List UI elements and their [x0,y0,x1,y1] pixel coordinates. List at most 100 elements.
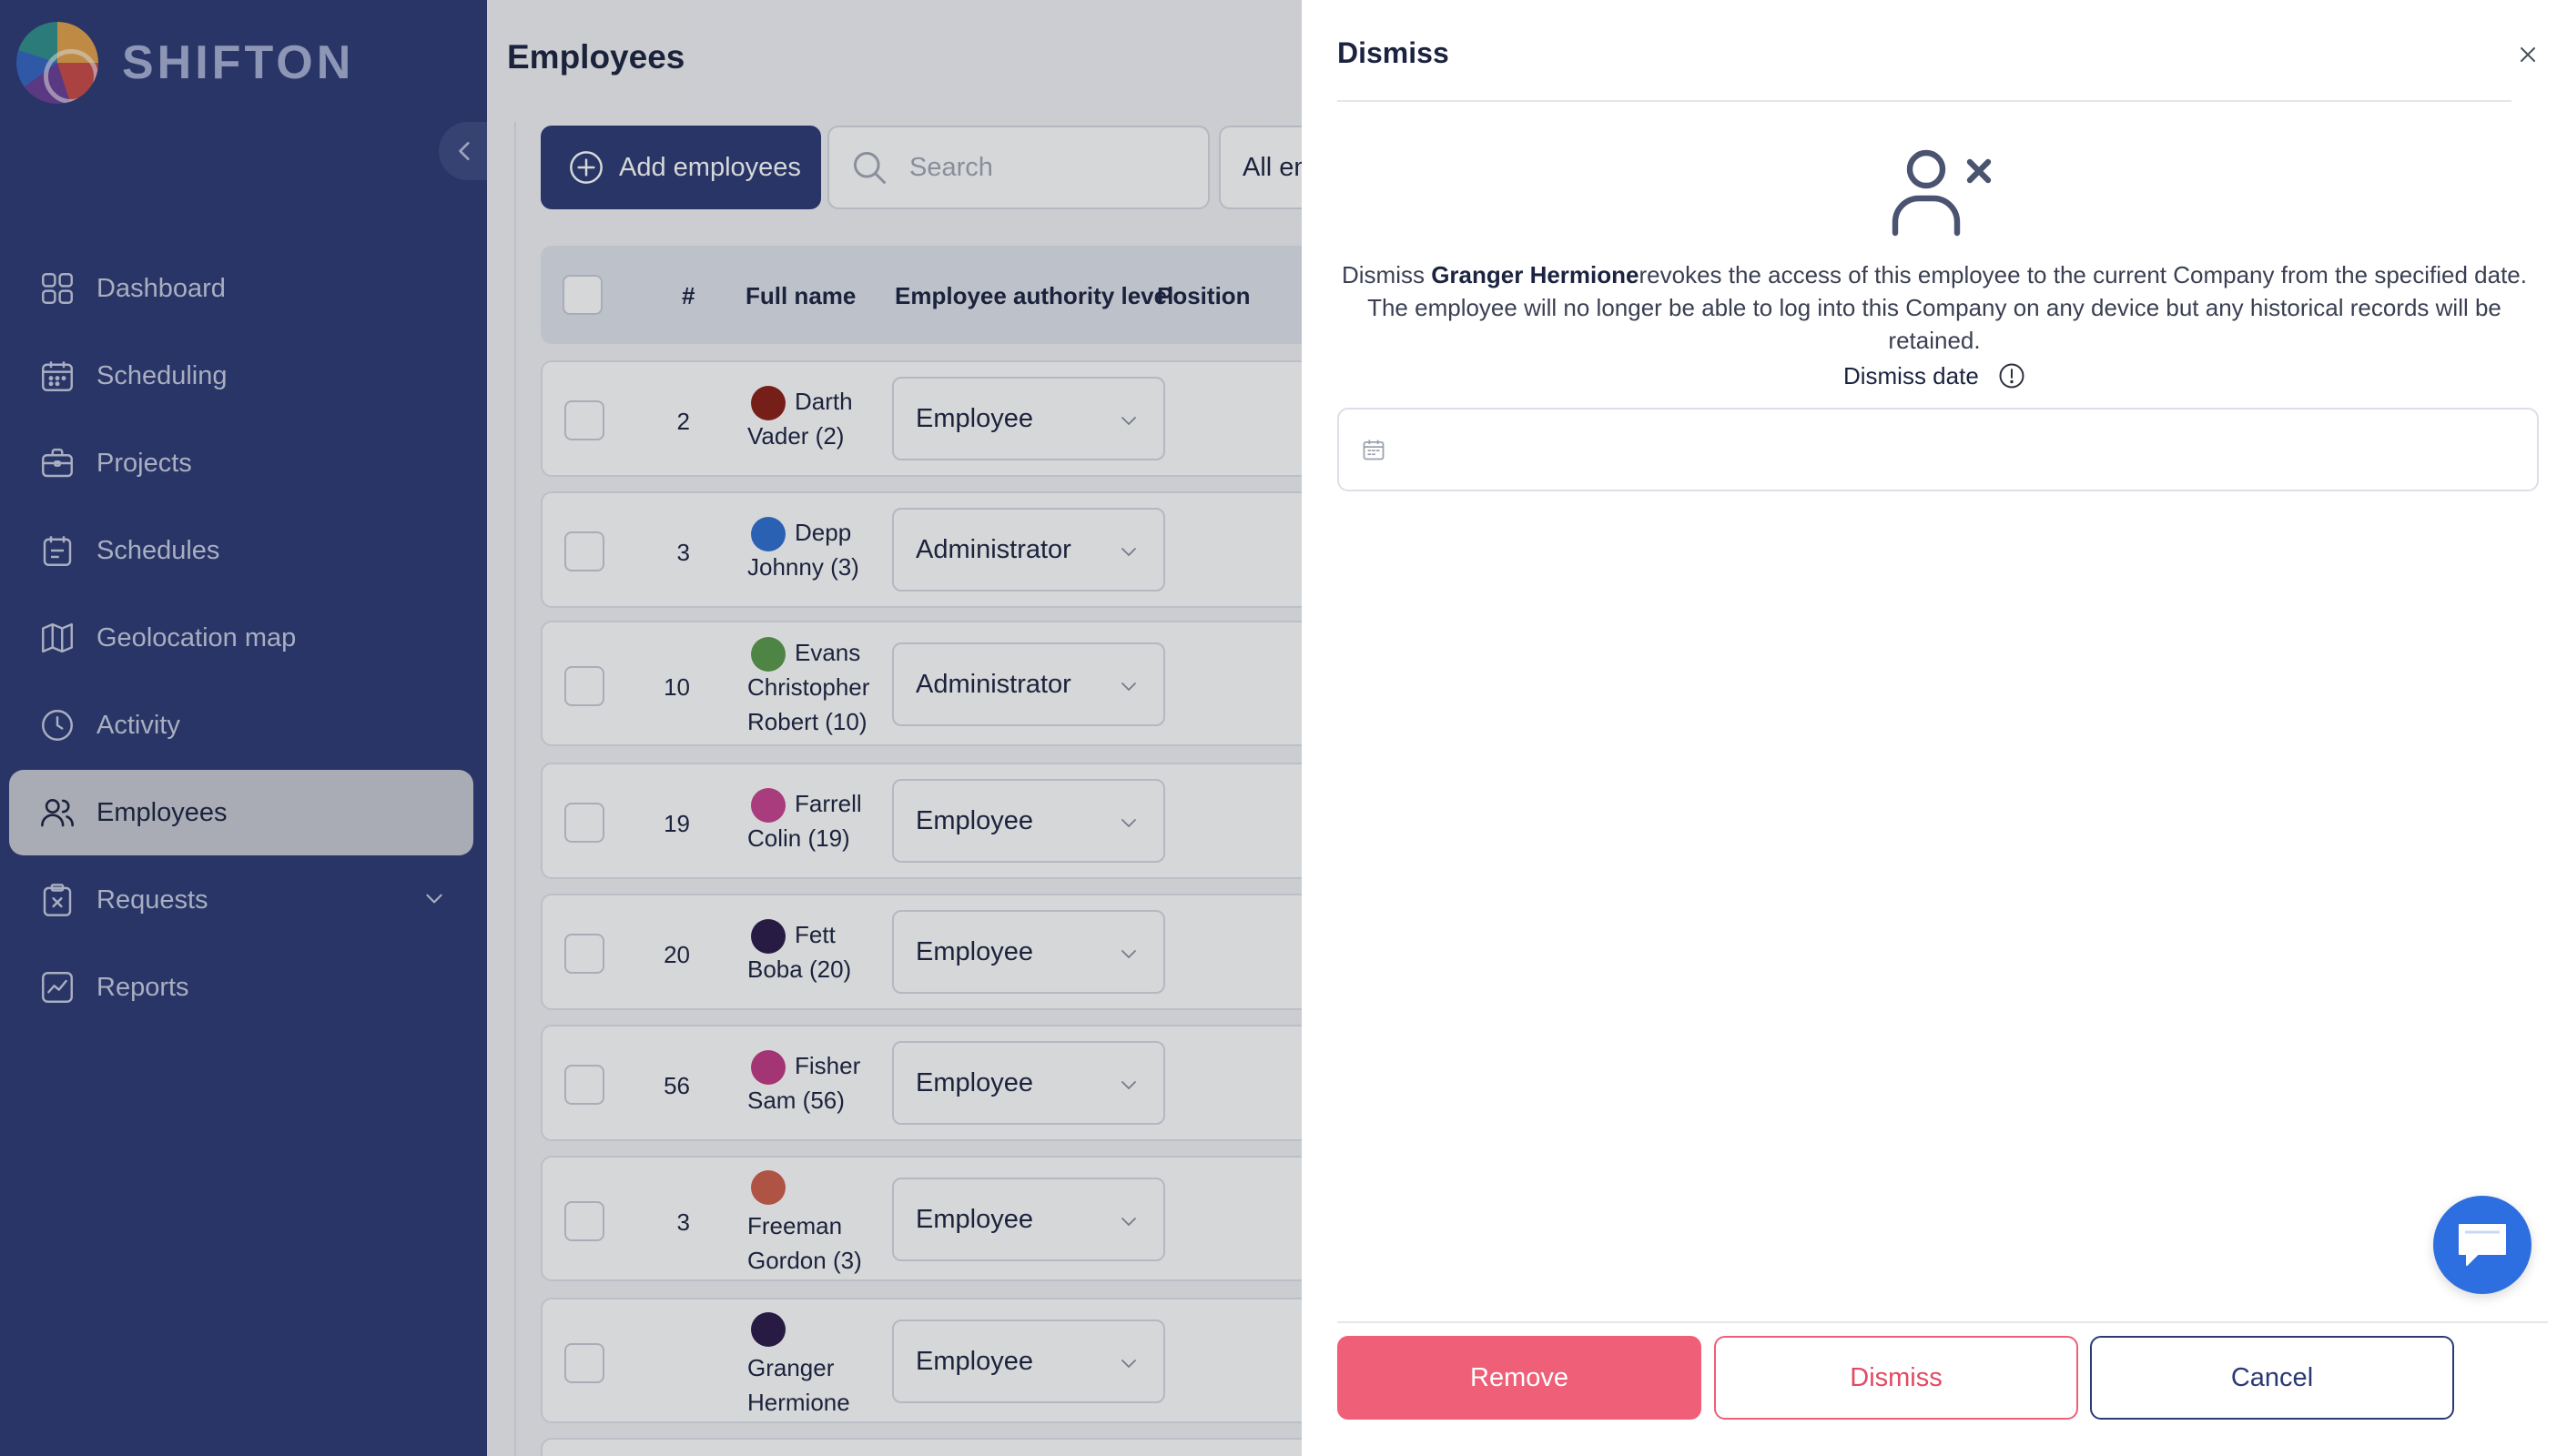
sidebar-item-scheduling[interactable]: Scheduling [9,333,473,419]
briefcase-icon [38,444,76,482]
employee-name[interactable]: Fett Boba (20) [747,917,902,986]
sidebar-item-geolocation-map[interactable]: Geolocation map [9,595,473,681]
name-rest: Colin (19) [747,824,850,852]
employee-name[interactable]: Evans Christopher Robert (10) [747,635,902,739]
authority-select[interactable]: Administrator [892,642,1165,726]
schedule-icon [38,531,76,570]
close-icon [2521,47,2535,62]
name-rest: Granger Hermione [747,1354,850,1416]
authority-select[interactable]: Employee [892,1178,1165,1261]
row-checkbox[interactable] [564,1343,604,1383]
name-first-line: Fett [795,921,836,948]
column-header-full-name[interactable]: Full name [746,282,856,310]
row-number: 56 [664,1072,690,1099]
reports-icon [38,968,76,1006]
sidebar-item-reports[interactable]: Reports [9,945,473,1030]
dashboard-icon [38,269,76,308]
request-icon [38,881,76,919]
remove-button[interactable]: Remove [1337,1336,1701,1420]
dismiss-date-label-row: Dismiss date [1302,360,2567,390]
employee-name[interactable]: Darth Vader (2) [747,384,902,453]
chevron-left-icon [459,141,470,161]
employee-name[interactable]: Freeman Gordon (3) [747,1208,884,1278]
employee-name: Granger Hermione [1431,261,1639,288]
clock-icon [38,706,76,744]
sidebar-item-label: Geolocation map [96,622,297,652]
dismiss-date-label: Dismiss date [1842,361,1979,389]
authority-select[interactable]: Employee [892,1041,1165,1125]
dismiss-description: Dismiss Granger Hermionerevokes the acce… [1329,258,2540,357]
chat-icon [2459,1224,2506,1266]
employee-name[interactable]: Fisher Sam (56) [747,1048,902,1117]
sidebar-item-label: Requests [96,885,208,915]
name-rest: Freeman Gordon (3) [747,1212,862,1274]
dismiss-date-input[interactable] [1403,435,2495,464]
sidebar-item-employees[interactable]: Employees [9,770,473,855]
close-button[interactable] [2510,36,2546,73]
add-employees-label: Add employees [619,152,801,182]
title-divider [1337,100,2511,102]
chat-support-button[interactable] [2433,1196,2531,1294]
map-icon [38,619,76,657]
chevron-down-icon[interactable] [422,886,446,917]
authority-select[interactable]: Employee [892,1320,1165,1403]
sidebar-item-requests[interactable]: Requests [9,857,473,943]
brand-logo[interactable]: SHIFTON [16,22,354,104]
table-row [541,1438,1360,1456]
authority-value: Employee [916,936,1033,966]
table-row: 20 Fett Boba (20) Employee [541,894,1360,1010]
authority-select[interactable]: Administrator [892,508,1165,592]
authority-select[interactable]: Employee [892,377,1165,460]
name-rest: Christopher Robert (10) [747,673,870,735]
chevron-down-icon [1121,417,1136,426]
cancel-button[interactable]: Cancel [2090,1336,2454,1420]
authority-value: Employee [916,403,1033,433]
authority-value: Employee [916,1346,1033,1376]
collapse-sidebar-button[interactable] [439,122,492,180]
user-remove-icon [1892,149,1992,237]
sidebar-item-activity[interactable]: Activity [9,682,473,768]
chevron-down-icon [1121,548,1136,557]
sidebar-item-label: Schedules [96,535,220,565]
chevron-down-icon [1121,1081,1136,1090]
search-input[interactable] [909,152,1182,183]
table-row: 3 Depp Johnny (3) Administrator [541,491,1360,608]
sidebar-item-projects[interactable]: Projects [9,420,473,506]
column-header-position[interactable]: Position [1157,282,1251,310]
name-first-line: Darth [795,388,853,415]
name-rest: Sam (56) [747,1087,845,1114]
sidebar-item-label: Dashboard [96,273,226,303]
employee-name[interactable]: Granger Hermione [747,1350,866,1420]
name-first-line: Fisher [795,1052,861,1079]
footer-divider [1337,1321,2548,1323]
avatar [751,1170,786,1205]
select-all-checkbox[interactable] [563,275,603,315]
chevron-down-icon [1121,819,1136,828]
name-rest: Johnny (3) [747,553,859,581]
sidebar-item-schedules[interactable]: Schedules [9,508,473,593]
name-first-line: Evans [795,639,861,666]
add-employees-button[interactable]: Add employees [541,126,821,209]
row-number: 19 [664,810,690,837]
employees-page: Employees Add employees All employees # … [487,0,1360,1456]
column-header-authority[interactable]: Employee authority level [895,282,1173,310]
calendar-icon [38,357,76,395]
sidebar-item-label: Employees [96,797,228,827]
sidebar-item-dashboard[interactable]: Dashboard [9,246,473,331]
authority-select[interactable]: Employee [892,779,1165,863]
employee-name[interactable]: Farrell Colin (19) [747,786,902,855]
row-number: 10 [664,673,690,701]
dismiss-date-field[interactable] [1337,408,2539,491]
dismiss-button[interactable]: Dismiss [1714,1336,2078,1420]
brand-name: SHIFTON [122,36,355,89]
column-header-number: # [682,282,695,309]
authority-select[interactable]: Employee [892,910,1165,994]
sidebar-item-label: Activity [96,710,180,740]
dialog-title: Dismiss [1337,36,1449,69]
name-rest: Boba (20) [747,956,852,983]
row-number: 3 [676,539,690,566]
search-box [827,126,1210,209]
info-icon[interactable] [1998,362,2025,389]
employee-name[interactable]: Depp Johnny (3) [747,515,902,584]
name-first-line: Farrell [795,790,862,817]
